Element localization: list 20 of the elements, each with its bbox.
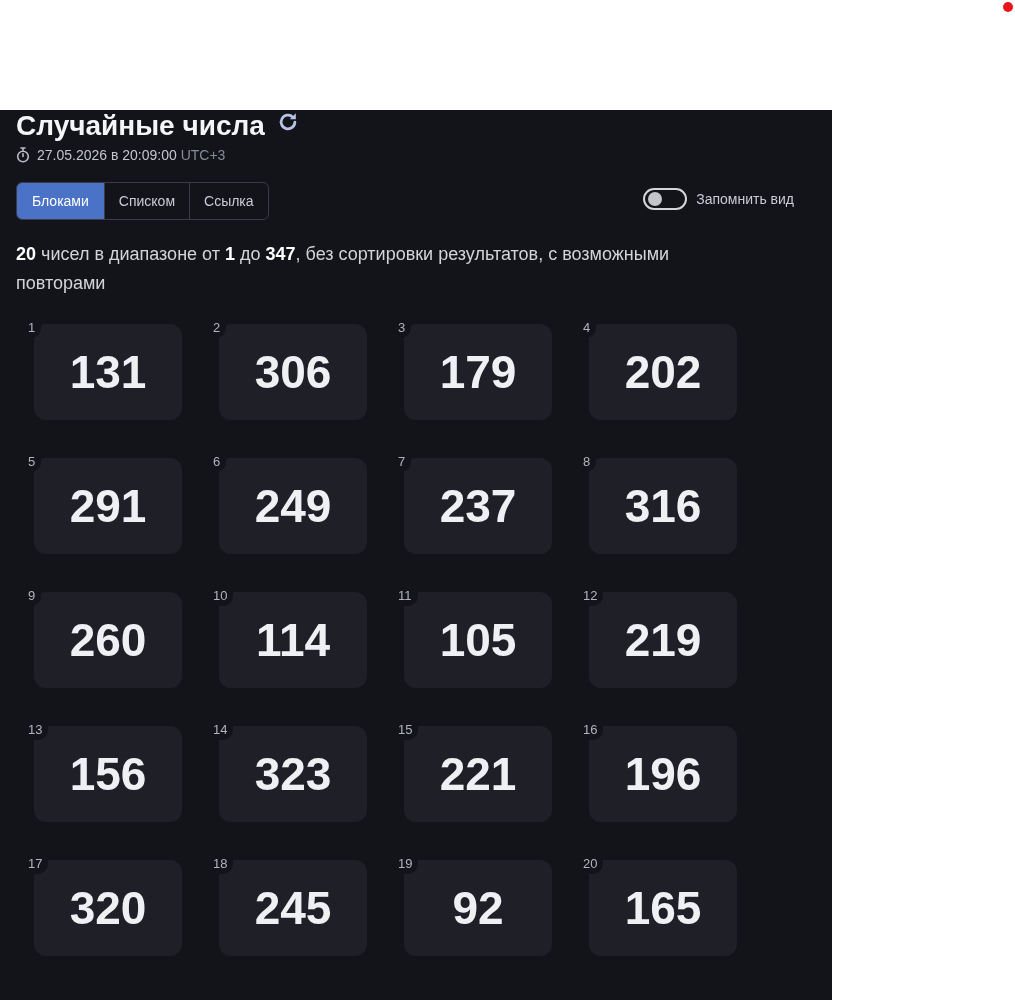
number-card: 291 (34, 458, 182, 554)
number-card: 306 (219, 324, 367, 420)
view-tab[interactable]: Блоками (17, 183, 104, 219)
number-card: 179 (404, 324, 552, 420)
view-tab[interactable]: Списком (103, 183, 190, 219)
toggle-label: Запомнить вид (696, 189, 794, 209)
date-time-text: 27.05.2026 в 20:09:00 (37, 147, 177, 163)
number-card: 202 (589, 324, 737, 420)
dot-icon (1003, 2, 1013, 12)
stopwatch-icon (16, 147, 30, 163)
number-card: 131 (34, 324, 182, 420)
view-tab[interactable]: Ссылка (189, 183, 268, 219)
number-card: 249 (219, 458, 367, 554)
page-title: Случайные числа (16, 110, 265, 142)
number-card: 316 (589, 458, 737, 554)
number-card: 260 (34, 592, 182, 688)
timezone-text: UTC+3 (180, 147, 226, 163)
number-card: 237 (404, 458, 552, 554)
summary-text: 20 чисел в диапазоне от 1 до 347, без сортировки результатов, с возможными повторами (16, 243, 671, 295)
toggle-switch[interactable] (643, 188, 688, 210)
